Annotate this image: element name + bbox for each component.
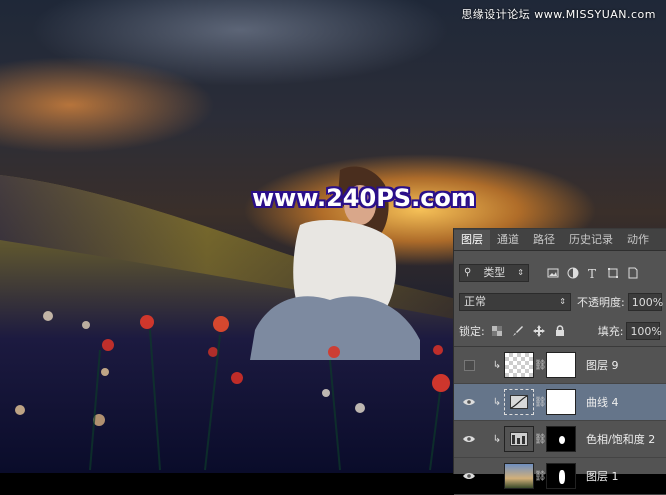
eye-icon[interactable] xyxy=(460,396,478,409)
tab-layers[interactable]: 图层 xyxy=(454,230,490,250)
layer-row[interactable]: ↳ ⛓ 图层 9 xyxy=(454,347,666,384)
tab-actions[interactable]: 动作 xyxy=(620,230,656,250)
clip-arrow-icon: ↳ xyxy=(492,433,502,445)
link-icon[interactable]: ⛓ xyxy=(534,397,547,408)
tab-paths[interactable]: 路径 xyxy=(526,230,562,250)
layer-mask-thumbnail[interactable] xyxy=(546,463,576,489)
lock-paint-icon[interactable] xyxy=(512,325,524,337)
filter-kind-label: 类型 xyxy=(483,266,506,279)
lock-icons xyxy=(491,325,566,337)
chevron-updown-icon: ⇕ xyxy=(559,297,566,306)
layer-row[interactable]: ⛓ 图层 1 xyxy=(454,458,666,495)
hue-saturation-adjustment-icon xyxy=(504,426,534,452)
fill-label: 填充: xyxy=(597,325,624,338)
layer-thumbnail xyxy=(504,463,534,489)
blend-mode-select[interactable]: 正常 ⇕ xyxy=(459,293,571,311)
blend-row: 正常 ⇕ 不透明度: 100% xyxy=(459,292,666,312)
adjustment-filter-icon[interactable] xyxy=(567,267,579,279)
blend-mode-value: 正常 xyxy=(464,295,486,308)
lock-transparent-icon[interactable] xyxy=(491,325,503,337)
link-icon[interactable]: ⛓ xyxy=(534,471,547,482)
eye-icon[interactable] xyxy=(460,470,478,483)
svg-text:T: T xyxy=(588,267,596,279)
clip-arrow-icon: ↳ xyxy=(492,396,502,408)
type-filter-icon[interactable]: T xyxy=(587,267,599,279)
panel-tabs: 图层 通道 路径 历史记录 动作 xyxy=(454,229,666,251)
image-filter-icon[interactable] xyxy=(547,267,559,279)
layer-name[interactable]: 曲线 4 xyxy=(586,394,619,410)
filter-row: ⚲ 类型 ⇕ T xyxy=(459,262,666,284)
layer-row-selected[interactable]: ↳ ⛓ 曲线 4 xyxy=(454,384,666,421)
layers-list: ↳ ⛓ 图层 9 ↳ ⛓ 曲线 4 ↳ ⛓ 色相/饱和度 2 ⛓ 图层 1 xyxy=(454,346,666,495)
layer-mask-thumbnail[interactable] xyxy=(546,389,576,415)
layer-thumbnail xyxy=(504,352,534,378)
layer-name[interactable]: 图层 1 xyxy=(586,468,619,484)
clip-arrow-icon: ↳ xyxy=(492,359,502,371)
opacity-input[interactable]: 100% xyxy=(627,293,663,311)
curves-adjustment-icon xyxy=(504,389,534,415)
visibility-toggle-off[interactable] xyxy=(460,359,478,371)
tab-channels[interactable]: 通道 xyxy=(490,230,526,250)
lock-row: 锁定: 填充: 100% xyxy=(459,321,666,341)
lock-position-icon[interactable] xyxy=(532,325,545,337)
filter-kind-select[interactable]: ⚲ 类型 ⇕ xyxy=(459,264,529,282)
smart-object-filter-icon[interactable] xyxy=(627,267,639,279)
layer-name[interactable]: 色相/饱和度 2 xyxy=(586,431,655,447)
tab-history[interactable]: 历史记录 xyxy=(562,230,620,250)
link-icon[interactable]: ⛓ xyxy=(534,360,547,371)
fill-input[interactable]: 100% xyxy=(626,322,662,340)
site-watermark: www.240PS.com xyxy=(252,184,476,212)
chevron-updown-icon: ⇕ xyxy=(517,268,524,277)
lock-label: 锁定: xyxy=(459,325,485,338)
layer-mask-thumbnail[interactable] xyxy=(546,352,576,378)
layers-panel: 图层 通道 路径 历史记录 动作 ⚲ 类型 ⇕ T 正常 ⇕ 不透明度: 100… xyxy=(453,228,666,495)
layer-row[interactable]: ↳ ⛓ 色相/饱和度 2 xyxy=(454,421,666,458)
eye-icon[interactable] xyxy=(460,433,478,446)
forum-watermark: 思缘设计论坛 www.MISSYUAN.com xyxy=(461,8,656,21)
layer-mask-thumbnail[interactable] xyxy=(546,426,576,452)
opacity-label: 不透明度: xyxy=(577,296,625,309)
lock-all-icon[interactable] xyxy=(554,325,566,337)
layer-name[interactable]: 图层 9 xyxy=(586,357,619,373)
shape-filter-icon[interactable] xyxy=(607,267,619,279)
search-icon: ⚲ xyxy=(464,267,472,278)
filter-icons: T xyxy=(547,267,639,279)
link-icon[interactable]: ⛓ xyxy=(534,434,547,445)
